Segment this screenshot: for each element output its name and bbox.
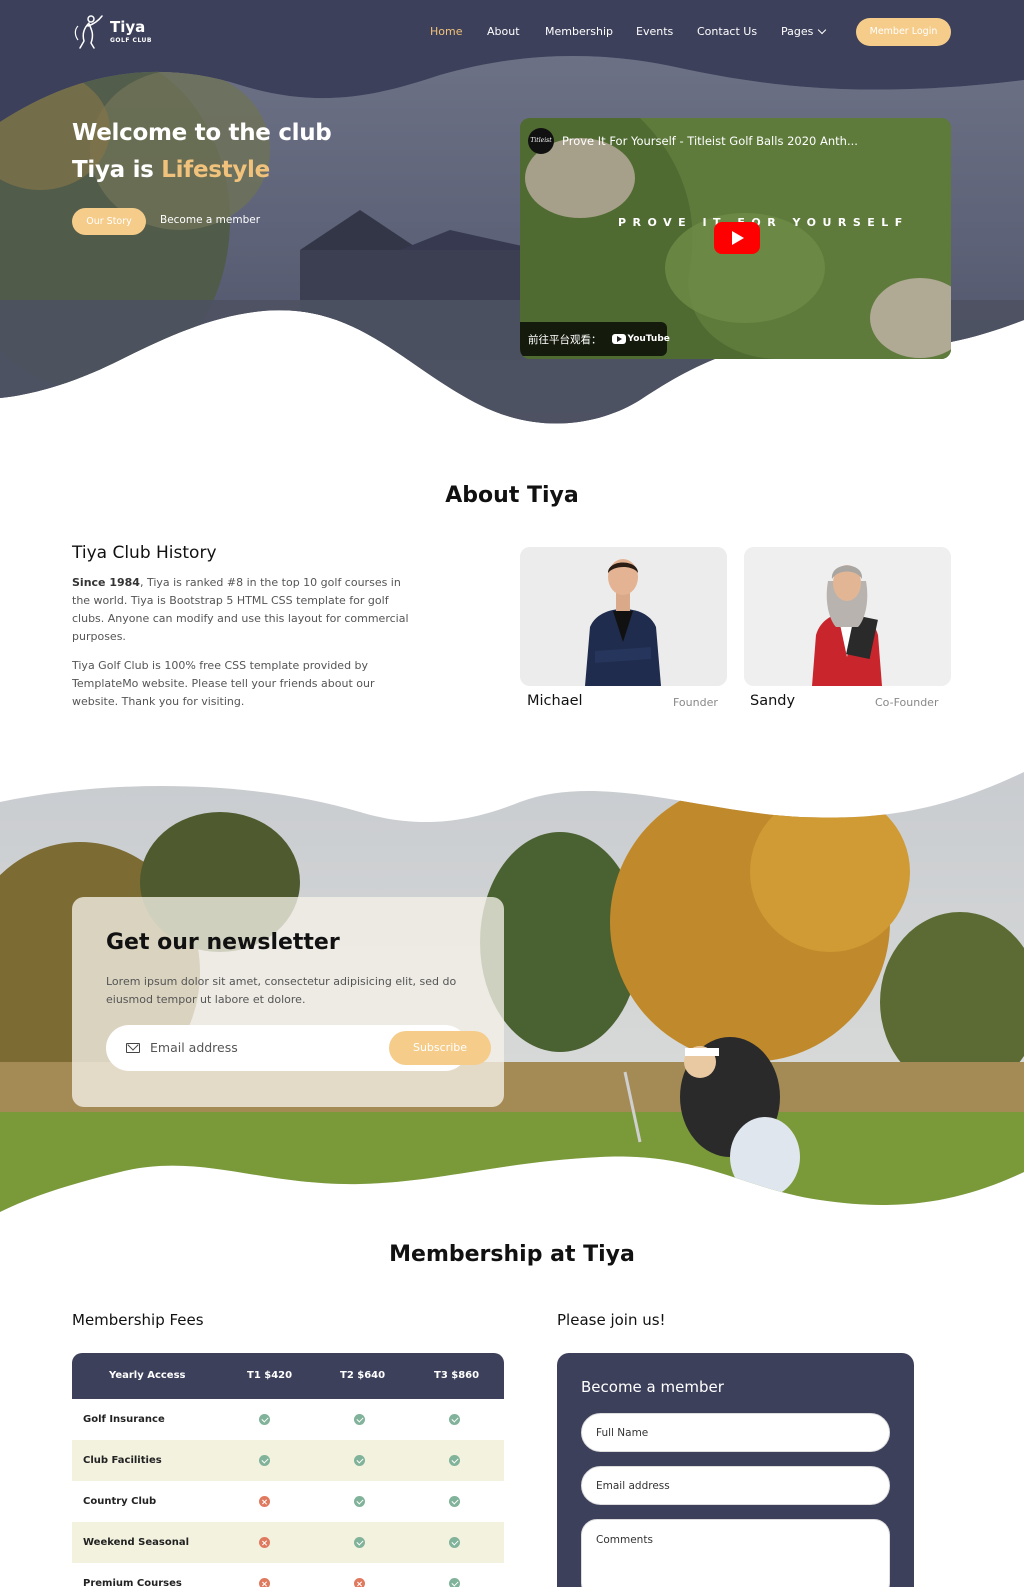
about-title: About Tiya (445, 483, 579, 508)
header-t2: T2 $640 (340, 1370, 386, 1381)
nav-events[interactable]: Events (636, 25, 673, 38)
table-row: Weekend Seasonal (72, 1522, 504, 1563)
top-navbar: Tiya GOLF CLUB Home About Membership Eve… (0, 0, 1024, 64)
hero-line-2-accent: Lifestyle (161, 157, 270, 183)
team-name-sandy: Sandy (750, 693, 796, 709)
team-name-michael: Michael (527, 693, 583, 709)
subscribe-button[interactable]: Subscribe (389, 1031, 491, 1065)
join-email-field[interactable]: Email address (581, 1466, 890, 1505)
row-label: Premium Courses (83, 1578, 182, 1587)
play-icon[interactable] (714, 222, 760, 254)
header-t3: T3 $860 (434, 1370, 480, 1381)
check-icon (354, 1414, 365, 1425)
chevron-down-icon (818, 25, 827, 35)
nav-pages[interactable]: Pages (781, 25, 827, 38)
fees-table-body: Golf Insurance Club Facilities Country Clu… (72, 1399, 504, 1587)
video-title[interactable]: Prove It For Yourself - Titleist Golf Ba… (562, 134, 858, 148)
history-paragraph-1: Since 1984, Tiya is ranked #8 in the top… (72, 574, 422, 646)
row-label: Club Facilities (83, 1455, 162, 1466)
video-embed[interactable]: Titleist Prove It For Yourself - Titleis… (520, 118, 951, 359)
become-member-link[interactable]: Become a member (160, 214, 260, 226)
header-yearly-access: Yearly Access (109, 1370, 186, 1381)
channel-avatar[interactable]: Titleist (528, 128, 554, 154)
check-icon (354, 1455, 365, 1466)
nav-contact[interactable]: Contact Us (697, 25, 757, 38)
newsletter-email-placeholder: Email address (150, 1040, 238, 1055)
check-icon (354, 1496, 365, 1507)
fees-table-header: Yearly Access T1 $420 T2 $640 T3 $860 (72, 1353, 504, 1399)
table-row: Golf Insurance (72, 1399, 504, 1440)
row-label: Country Club (83, 1496, 157, 1507)
member-login-button[interactable]: Member Login (856, 18, 951, 46)
video-overlay-text: PROVE IT FOR YOURSELF (618, 216, 909, 229)
check-icon (259, 1455, 270, 1466)
join-email-placeholder: Email address (596, 1480, 670, 1492)
membership-title: Membership at Tiya (389, 1242, 635, 1267)
comments-placeholder: Comments (596, 1534, 653, 1546)
hero-line-1: Welcome to the club (72, 120, 332, 146)
watch-on-platform-bar[interactable]: 前往平台观看： YouTube (520, 322, 670, 356)
video-title-row: Titleist Prove It For Yourself - Titleis… (528, 128, 858, 154)
check-icon (449, 1537, 460, 1548)
team-role-sandy: Co-Founder (875, 696, 939, 709)
row-label: Weekend Seasonal (83, 1537, 190, 1548)
check-icon (449, 1455, 460, 1466)
check-icon (449, 1414, 460, 1425)
join-form: Become a member Full Name Email address … (557, 1353, 914, 1587)
nav-about[interactable]: About (487, 25, 520, 38)
cross-icon (354, 1578, 365, 1587)
join-heading: Please join us! (557, 1311, 666, 1329)
fees-heading: Membership Fees (72, 1311, 204, 1329)
newsletter-description: Lorem ipsum dolor sit amet, consectetur … (106, 975, 457, 1006)
comments-field[interactable]: Comments (581, 1519, 890, 1587)
table-row: Country Club (72, 1481, 504, 1522)
check-icon (259, 1414, 270, 1425)
check-icon (354, 1537, 365, 1548)
team-photo-sandy (744, 547, 951, 686)
hero-line-2: Tiya is Lifestyle (72, 152, 331, 189)
newsletter-email-field[interactable]: Email address Subscribe (106, 1025, 491, 1071)
history-heading: Tiya Club History (72, 543, 217, 563)
team-role-michael: Founder (673, 696, 718, 709)
check-icon (449, 1496, 460, 1507)
join-form-title: Become a member (581, 1378, 724, 1396)
youtube-icon (611, 334, 626, 344)
cross-icon (259, 1578, 270, 1587)
hero-line-2-prefix: Tiya is (72, 157, 154, 183)
michael-portrait (520, 547, 727, 686)
watch-on-label: 前往平台观看： (528, 333, 602, 346)
youtube-logo[interactable]: YouTube (611, 334, 670, 344)
table-row: Premium Courses (72, 1563, 504, 1587)
nav-membership[interactable]: Membership (545, 25, 613, 38)
hero-heading: Welcome to the club Tiya is Lifestyle (72, 115, 332, 189)
membership-fees-table: Yearly Access T1 $420 T2 $640 T3 $860 Go… (72, 1353, 504, 1587)
check-icon (449, 1578, 460, 1587)
mail-icon (126, 1043, 140, 1053)
nav-pages-label: Pages (781, 25, 814, 38)
history-paragraph-2: Tiya Golf Club is 100% free CSS template… (72, 659, 375, 708)
hero-section: Tiya GOLF CLUB Home About Membership Eve… (0, 0, 1024, 440)
cross-icon (259, 1496, 270, 1507)
cross-icon (259, 1537, 270, 1548)
newsletter-title: Get our newsletter (106, 930, 340, 955)
youtube-label: YouTube (627, 334, 670, 344)
full-name-placeholder: Full Name (596, 1427, 649, 1439)
newsletter-card: Get our newsletter Lorem ipsum dolor sit… (72, 897, 504, 1107)
sandy-portrait (744, 547, 951, 686)
our-story-button[interactable]: Our Story (72, 208, 146, 235)
full-name-field[interactable]: Full Name (581, 1413, 890, 1452)
header-t1: T1 $420 (247, 1370, 293, 1381)
history-since: Since 1984 (72, 576, 140, 589)
nav-home[interactable]: Home (430, 25, 462, 38)
row-label: Golf Insurance (83, 1414, 165, 1425)
table-row: Club Facilities (72, 1440, 504, 1481)
team-photo-michael (520, 547, 727, 686)
